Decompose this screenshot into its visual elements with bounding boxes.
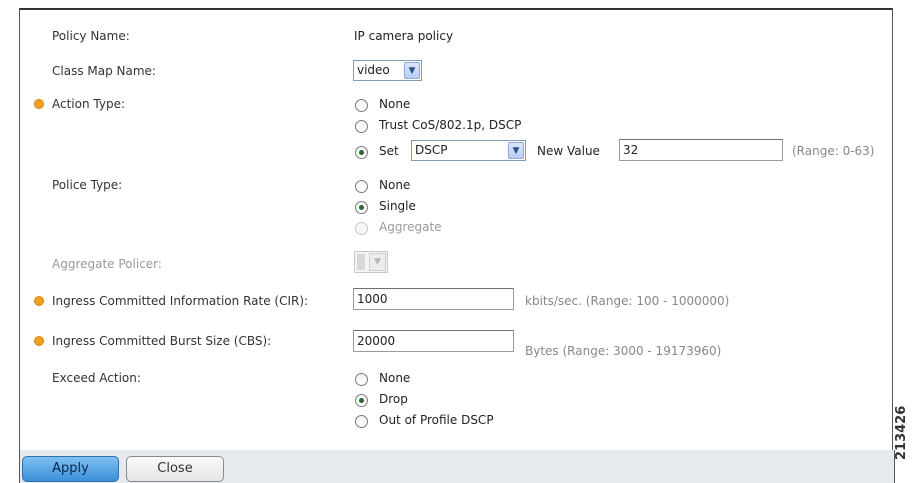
class-map-label: Class Map Name:	[52, 64, 156, 78]
apply-button[interactable]: Apply	[22, 456, 119, 482]
action-type-label: Action Type:	[52, 97, 126, 111]
required-asterisk-icon	[35, 100, 43, 108]
close-button[interactable]: Close	[126, 456, 224, 482]
cir-input[interactable]: 1000	[353, 288, 514, 310]
police-type-none-label: None	[379, 178, 411, 192]
policy-name-label: Policy Name:	[52, 29, 130, 43]
action-type-none-radio[interactable]	[355, 99, 368, 112]
police-type-single-label: Single	[379, 199, 416, 213]
exceed-action-drop-radio[interactable]	[355, 394, 368, 407]
police-type-label: Police Type:	[52, 178, 123, 192]
class-map-select[interactable]: video ▼	[353, 60, 422, 81]
action-type-trust-radio[interactable]	[355, 120, 368, 133]
exceed-action-out-of-profile-radio[interactable]	[355, 415, 368, 428]
class-map-select-value: video	[357, 63, 390, 77]
aggregate-policer-select-value	[357, 254, 365, 270]
exceed-action-label: Exceed Action:	[52, 371, 141, 385]
new-value-range: (Range: 0-63)	[792, 144, 875, 158]
exceed-action-none-label: None	[379, 371, 411, 385]
chevron-down-icon[interactable]: ▼	[508, 142, 524, 159]
new-value-input[interactable]: 32	[619, 139, 783, 161]
chevron-down-icon[interactable]: ▼	[404, 62, 420, 79]
cir-label: Ingress Committed Information Rate (CIR)…	[52, 294, 309, 308]
exceed-action-out-of-profile-label: Out of Profile DSCP	[379, 413, 494, 427]
action-type-trust-label: Trust CoS/802.1p, DSCP	[379, 118, 522, 132]
cbs-label: Ingress Committed Burst Size (CBS):	[52, 334, 272, 348]
policy-name-value: IP camera policy	[354, 29, 454, 43]
action-type-set-radio[interactable]	[355, 146, 368, 159]
police-type-aggregate-radio	[355, 222, 368, 235]
chevron-down-icon: ▼	[369, 253, 386, 271]
police-type-aggregate-label: Aggregate	[379, 220, 442, 234]
exceed-action-none-radio[interactable]	[355, 373, 368, 386]
new-value-label: New Value	[537, 144, 600, 158]
set-field-select[interactable]: DSCP ▼	[411, 140, 526, 161]
police-type-none-radio[interactable]	[355, 180, 368, 193]
figure-id: 213426	[894, 405, 909, 460]
cbs-input[interactable]: 20000	[353, 330, 514, 352]
exceed-action-drop-label: Drop	[379, 392, 408, 406]
aggregate-policer-select: ▼	[354, 251, 388, 273]
cbs-hint: Bytes (Range: 3000 - 19173960)	[525, 344, 722, 358]
action-type-none-label: None	[379, 97, 411, 111]
required-asterisk-icon	[35, 297, 43, 305]
set-field-select-value: DSCP	[415, 143, 448, 157]
cir-hint: kbits/sec. (Range: 100 - 1000000)	[525, 294, 730, 308]
aggregate-policer-label: Aggregate Policer:	[52, 257, 162, 271]
action-type-set-label: Set	[379, 144, 399, 158]
police-type-single-radio[interactable]	[355, 201, 368, 214]
required-asterisk-icon	[35, 337, 43, 345]
